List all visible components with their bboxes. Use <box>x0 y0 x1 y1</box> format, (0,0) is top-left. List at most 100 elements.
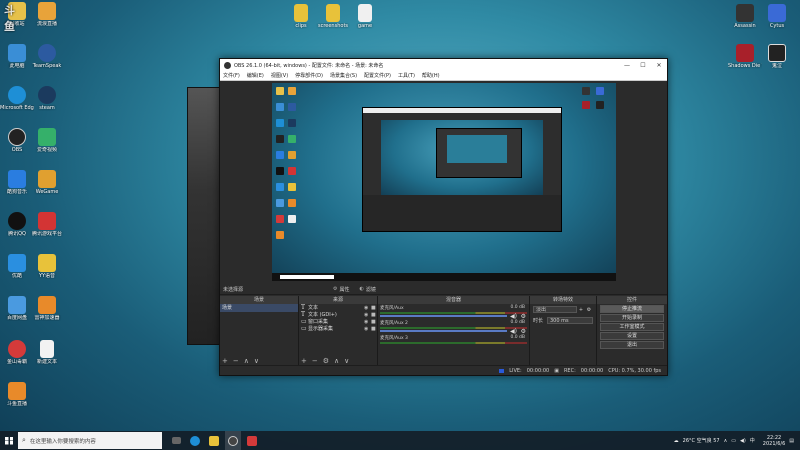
desktop-icon-tencent-games[interactable]: 腾讯游戏平台 <box>30 212 64 237</box>
taskbar-recorder[interactable] <box>244 431 260 450</box>
lock-icon[interactable]: ■ <box>371 312 377 318</box>
taskbar-edge[interactable] <box>187 431 203 450</box>
move-up-button[interactable]: ∧ <box>244 357 249 365</box>
move-down-button[interactable]: ∨ <box>344 357 349 365</box>
menu-docks[interactable]: 停靠部件(D) <box>295 72 323 79</box>
studio-mode-button[interactable]: 工作室模式 <box>600 323 664 331</box>
desktop-icon-video[interactable]: 爱奇视频 <box>30 128 64 153</box>
desktop-icon-stream[interactable]: 流浪直播 <box>30 2 64 27</box>
preview-desktop-icon <box>596 101 604 109</box>
add-transition-button[interactable]: + <box>577 307 585 313</box>
mixer-tracks: 麦克风/Aux 0.0 dB ◀) ⚙ 麦克风/Aux 2 0.0 dB ◀) … <box>378 304 529 366</box>
ime-icon[interactable]: 中 <box>750 437 755 444</box>
weather-text[interactable]: 26°C 空气良 57 <box>683 437 720 444</box>
lock-icon[interactable]: ■ <box>371 319 377 325</box>
desktop-icon-douyu[interactable]: 斗鱼直播 <box>0 382 34 407</box>
desktop-icon-cytus[interactable]: Cytus <box>760 4 794 29</box>
yy-icon <box>38 254 56 272</box>
taskbar-explorer[interactable] <box>206 431 222 450</box>
controls-body: 停止推流 开始录制 工作室模式 设置 退出 <box>597 304 667 366</box>
mixer-track: 麦克风/Aux 2 0.0 dB ◀) ⚙ <box>380 320 527 335</box>
properties-button[interactable]: ⚙ 属性 <box>333 286 350 293</box>
menu-view[interactable]: 视图(V) <box>271 72 288 79</box>
preview-desktop-icon <box>276 151 284 159</box>
obs-titlebar[interactable]: OBS 26.1.0 (64-bit, windows) - 配置文件: 未命名… <box>220 59 667 71</box>
network-icon[interactable]: ▭ <box>731 438 736 444</box>
menu-profile[interactable]: 配置文件(P) <box>364 72 391 79</box>
remove-scene-button[interactable]: − <box>233 357 239 365</box>
desktop-icon-qq[interactable]: 腾讯QQ <box>0 212 34 237</box>
add-source-button[interactable]: + <box>301 357 307 365</box>
taskbar-search-box[interactable]: ⌕ 在这里输入你要搜索的内容 <box>18 432 162 449</box>
eye-icon[interactable]: ◉ <box>364 312 371 318</box>
tray-chevron-icon[interactable]: ∧ <box>724 438 728 444</box>
folder-icon <box>209 435 219 446</box>
close-button[interactable]: ✕ <box>651 62 667 69</box>
desktop-icon-yy[interactable]: YY语音 <box>30 254 64 279</box>
source-item[interactable]: T 文本 (GDI+) ◉ ■ <box>299 311 377 318</box>
task-view-button[interactable] <box>168 431 184 450</box>
desktop-icon-baidu-pan[interactable]: 百度网盘 <box>0 296 34 321</box>
notifications-icon[interactable]: ▤ <box>789 438 794 444</box>
add-scene-button[interactable]: + <box>222 357 228 365</box>
source-item[interactable]: ▭ 显示器采集 ◉ ■ <box>299 325 377 332</box>
volume-icon[interactable]: ◀) <box>740 438 746 444</box>
duration-input[interactable]: 300 ms <box>547 317 593 324</box>
desktop-icon-game-file[interactable]: game <box>348 4 382 29</box>
obs-window[interactable]: OBS 26.1.0 (64-bit, windows) - 配置文件: 未命名… <box>219 58 668 376</box>
volume-slider[interactable] <box>380 330 507 332</box>
desktop-icon-kugou[interactable]: 酷狗音乐 <box>0 170 34 195</box>
background-game-window[interactable] <box>187 87 222 345</box>
desktop-icon-accelerator[interactable]: 雷神加速器 <box>30 296 64 321</box>
stop-streaming-button[interactable]: 停止推流 <box>600 305 664 313</box>
eye-icon[interactable]: ◉ <box>364 319 371 325</box>
obs-preview-canvas[interactable] <box>272 83 616 281</box>
desktop-icon-teamspeak[interactable]: TeamSpeak <box>30 44 64 69</box>
desktop-icon-screenshots-folder[interactable]: screenshots <box>316 4 350 29</box>
eye-icon[interactable]: ◉ <box>364 305 371 311</box>
menu-scene-collection[interactable]: 场景集合(S) <box>330 72 357 79</box>
transition-settings-gear-icon[interactable]: ⚙ <box>585 307 593 313</box>
scene-item[interactable]: 场景 <box>220 304 298 312</box>
lock-icon[interactable]: ■ <box>371 326 377 332</box>
move-up-button[interactable]: ∧ <box>334 357 339 365</box>
desktop-icon-assassin[interactable]: Assassin <box>728 4 762 29</box>
desktop-icon-obs[interactable]: OBS <box>0 128 34 153</box>
source-settings-gear-icon[interactable]: ⚙ <box>323 357 329 365</box>
maximize-button[interactable]: ☐ <box>635 62 651 69</box>
menu-help[interactable]: 帮助(H) <box>422 72 440 79</box>
settings-button[interactable]: 设置 <box>600 332 664 340</box>
filters-button[interactable]: ◐ 滤镜 <box>360 286 376 293</box>
clock[interactable]: 22:22 2021/6/6 <box>763 435 785 447</box>
desktop-icon-edge[interactable]: Microsoft Edge <box>0 86 34 111</box>
source-item[interactable]: ▭ 窗口采集 ◉ ■ <box>299 318 377 325</box>
start-button[interactable] <box>0 431 18 450</box>
stream-app-icon <box>38 2 56 20</box>
desktop-icon-dmc[interactable]: 鬼泣 <box>760 44 794 69</box>
taskbar-obs[interactable] <box>225 431 241 450</box>
gear-icon: ⚙ <box>333 286 338 292</box>
menu-tools[interactable]: 工具(T) <box>398 72 415 79</box>
preview-desktop-icon <box>276 87 284 95</box>
menu-edit[interactable]: 编辑(E) <box>247 72 264 79</box>
minimize-button[interactable]: — <box>619 62 635 69</box>
start-recording-button[interactable]: 开始录制 <box>600 314 664 322</box>
volume-slider[interactable] <box>380 315 507 317</box>
desktop-icon-sekiro[interactable]: Shadows Die Twice <box>728 44 762 69</box>
desktop-icon-wegame[interactable]: WeGame <box>30 170 64 195</box>
desktop-icon-antivirus[interactable]: 金山毒霸 <box>0 340 34 365</box>
menu-file[interactable]: 文件(F) <box>223 72 240 79</box>
eye-icon[interactable]: ◉ <box>364 326 371 332</box>
desktop-icon-this-pc[interactable]: 此电脑 <box>0 44 34 69</box>
desktop-icon-clips-folder[interactable]: clips <box>284 4 318 29</box>
remove-source-button[interactable]: − <box>312 357 318 365</box>
desktop-icon-youku[interactable]: 优酷 <box>0 254 34 279</box>
exit-button[interactable]: 退出 <box>600 341 664 349</box>
desktop-icon-text-file[interactable]: 新建文本 <box>30 340 64 365</box>
transition-select[interactable]: 淡出 <box>533 306 577 313</box>
desktop-icon-steam[interactable]: steam <box>30 86 64 111</box>
move-down-button[interactable]: ∨ <box>254 357 259 365</box>
source-item[interactable]: T 文本 ◉ ■ <box>299 304 377 311</box>
lock-icon[interactable]: ■ <box>371 305 377 311</box>
system-tray: ☁ 26°C 空气良 57 ∧ ▭ ◀) 中 22:22 2021/6/6 ▤ <box>674 435 800 447</box>
